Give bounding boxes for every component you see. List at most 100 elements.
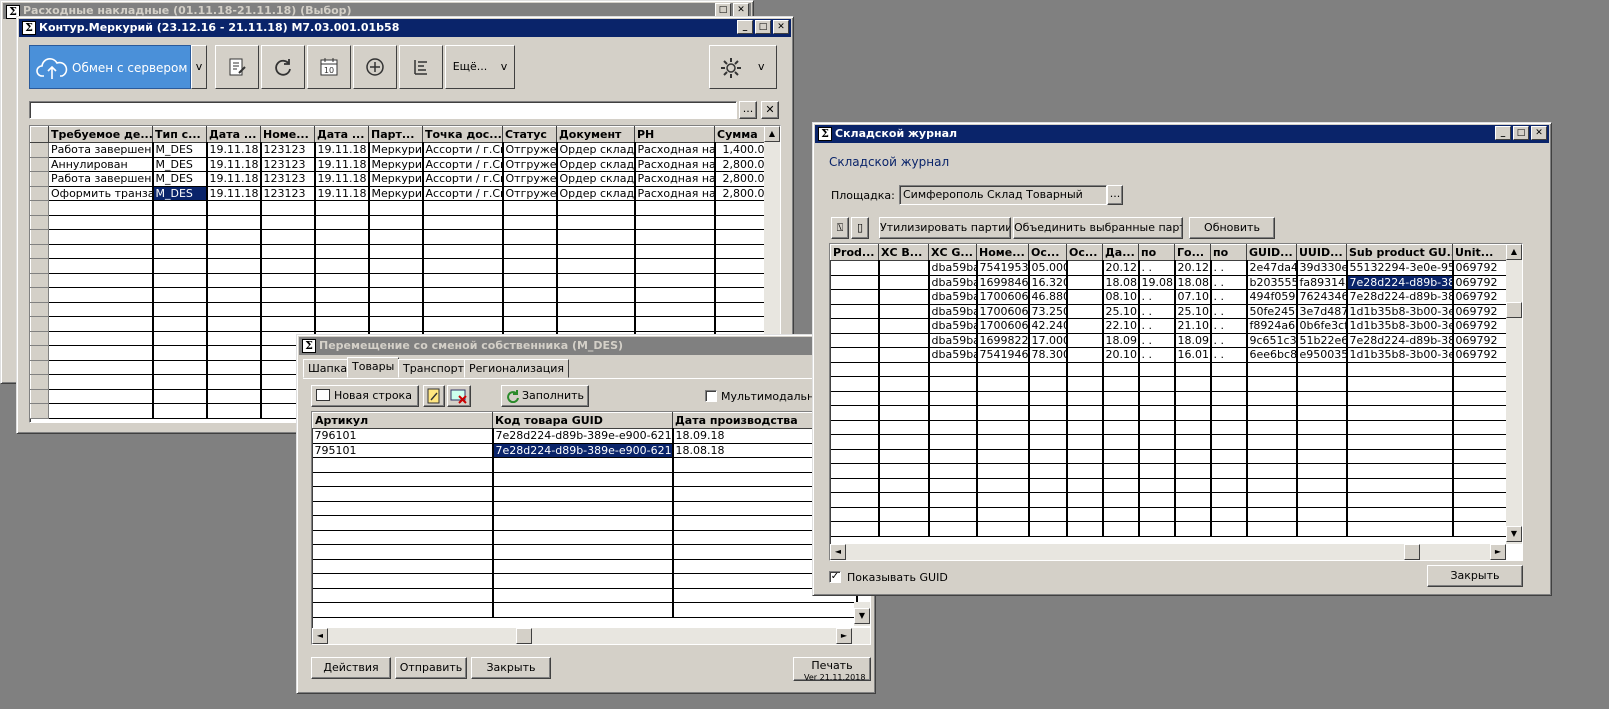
- table-cell[interactable]: [1452, 492, 1508, 508]
- row-indicator[interactable]: [30, 388, 49, 404]
- table-cell[interactable]: Отгружен: [502, 186, 558, 201]
- table-cell[interactable]: [1066, 318, 1104, 334]
- table-cell[interactable]: [878, 376, 930, 392]
- table-cell[interactable]: [1210, 434, 1248, 450]
- table-cell[interactable]: [1246, 492, 1298, 508]
- empty-row[interactable]: [312, 501, 858, 516]
- table-cell[interactable]: 07.10.: [1174, 289, 1212, 305]
- table-cell[interactable]: [314, 215, 370, 230]
- table-cell[interactable]: [830, 304, 880, 319]
- table-cell[interactable]: f8924a68: [1246, 318, 1298, 334]
- column-header[interactable]: GUID...: [1246, 244, 1297, 261]
- column-header[interactable]: по: [1210, 244, 1247, 261]
- table-cell[interactable]: 7e28d224-d89b-389e-: [1346, 275, 1454, 290]
- table-cell[interactable]: 51b22e6: [1296, 333, 1348, 348]
- table-cell[interactable]: [368, 215, 424, 230]
- table-cell[interactable]: 19.11.18: [206, 171, 262, 187]
- fill-button[interactable]: Заполнить: [501, 385, 589, 407]
- table-cell[interactable]: [206, 316, 262, 332]
- empty-row[interactable]: [30, 316, 776, 332]
- column-header[interactable]: Код товара GUID: [492, 412, 673, 429]
- table-cell[interactable]: [314, 200, 370, 216]
- table-cell[interactable]: [1210, 362, 1248, 377]
- table-cell[interactable]: [1138, 405, 1176, 421]
- table-cell[interactable]: 21.10.: [1174, 318, 1212, 334]
- table-cell[interactable]: [502, 258, 558, 274]
- table-cell[interactable]: [830, 318, 880, 334]
- column-header[interactable]: ХС G...: [928, 244, 977, 261]
- table-cell[interactable]: [368, 273, 424, 288]
- table-cell[interactable]: 1699846: [976, 275, 1030, 290]
- table-cell[interactable]: M_DES: [152, 186, 208, 201]
- row-indicator[interactable]: [30, 345, 49, 361]
- table-cell[interactable]: [260, 244, 316, 259]
- table-cell[interactable]: [48, 273, 154, 288]
- table-cell[interactable]: 7e28d224-d89b-389e-e900-62150b9a: [492, 443, 674, 458]
- table-cell[interactable]: [206, 200, 262, 216]
- tab-transport[interactable]: Транспорт: [398, 359, 469, 378]
- site-browse-button[interactable]: ...: [1107, 185, 1123, 205]
- table-cell[interactable]: [1138, 463, 1176, 479]
- table-cell[interactable]: . .: [1138, 333, 1176, 348]
- table-cell[interactable]: . .: [1210, 275, 1248, 290]
- table-cell[interactable]: [1066, 362, 1104, 377]
- table-cell[interactable]: [312, 530, 494, 545]
- table-cell[interactable]: [314, 287, 370, 303]
- table-cell[interactable]: [260, 287, 316, 303]
- column-header[interactable]: Тип с...: [152, 126, 207, 143]
- table-cell[interactable]: [206, 287, 262, 303]
- table-cell[interactable]: [492, 472, 674, 487]
- new-row-button[interactable]: Новая строка: [311, 385, 419, 407]
- table-cell[interactable]: [1246, 420, 1298, 435]
- table-cell[interactable]: [634, 287, 716, 303]
- table-cell[interactable]: M_DES: [152, 142, 208, 158]
- table-cell[interactable]: [492, 544, 674, 560]
- table-cell[interactable]: [492, 588, 674, 603]
- table-cell[interactable]: [368, 244, 424, 259]
- table-cell[interactable]: [1346, 463, 1454, 479]
- table-cell[interactable]: [1066, 275, 1104, 290]
- table-cell[interactable]: [976, 521, 1030, 537]
- table-cell[interactable]: 20.10.: [1102, 347, 1140, 363]
- table-cell[interactable]: [1210, 449, 1248, 464]
- more-button[interactable]: Ещё... v: [445, 45, 515, 89]
- table-cell[interactable]: [634, 244, 716, 259]
- add-button[interactable]: [353, 45, 397, 89]
- table-cell[interactable]: [1346, 376, 1454, 392]
- table-cell[interactable]: [1246, 463, 1298, 479]
- empty-row[interactable]: [312, 457, 858, 473]
- table-cell[interactable]: 7e28d224-d89b-389e-: [1346, 333, 1454, 348]
- move-titlebar[interactable]: Σ Перемещение со сменой собственника (M_…: [299, 337, 873, 355]
- table-cell[interactable]: 08.10.: [1102, 289, 1140, 305]
- table-cell[interactable]: dba59ba5: [928, 304, 978, 319]
- column-header[interactable]: Ос...: [1066, 244, 1103, 261]
- table-cell[interactable]: [878, 333, 930, 348]
- table-cell[interactable]: Оформить транзакц: [48, 186, 154, 201]
- table-cell[interactable]: 22.10.: [1102, 318, 1140, 334]
- table-cell[interactable]: [1346, 420, 1454, 435]
- table-cell[interactable]: 18.09.: [1174, 333, 1212, 348]
- table-cell[interactable]: [368, 287, 424, 303]
- delete-row-button[interactable]: [447, 385, 471, 407]
- table-cell[interactable]: [260, 316, 316, 332]
- table-cell[interactable]: . .: [1210, 289, 1248, 305]
- table-row[interactable]: dba59ba5169984616.320 18.08.19.08.18.08..…: [830, 275, 1508, 290]
- scroll-right-icon[interactable]: ►: [836, 628, 852, 644]
- table-cell[interactable]: 795101: [312, 443, 494, 458]
- table-cell[interactable]: [1346, 362, 1454, 377]
- table-cell[interactable]: [206, 403, 262, 419]
- table-cell[interactable]: [312, 544, 494, 560]
- row-indicator[interactable]: [30, 374, 49, 390]
- column-header[interactable]: Го...: [1174, 244, 1211, 261]
- table-cell[interactable]: [48, 316, 154, 332]
- table-cell[interactable]: [314, 244, 370, 259]
- table-cell[interactable]: . .: [1210, 318, 1248, 334]
- table-cell[interactable]: [1452, 420, 1508, 435]
- table-cell[interactable]: [206, 229, 262, 245]
- empty-row[interactable]: [312, 544, 858, 560]
- table-cell[interactable]: [1210, 521, 1248, 537]
- table-cell[interactable]: [502, 316, 558, 332]
- table-cell[interactable]: [206, 302, 262, 317]
- table-cell[interactable]: [1174, 492, 1212, 508]
- table-cell[interactable]: 19.11.18: [206, 157, 262, 172]
